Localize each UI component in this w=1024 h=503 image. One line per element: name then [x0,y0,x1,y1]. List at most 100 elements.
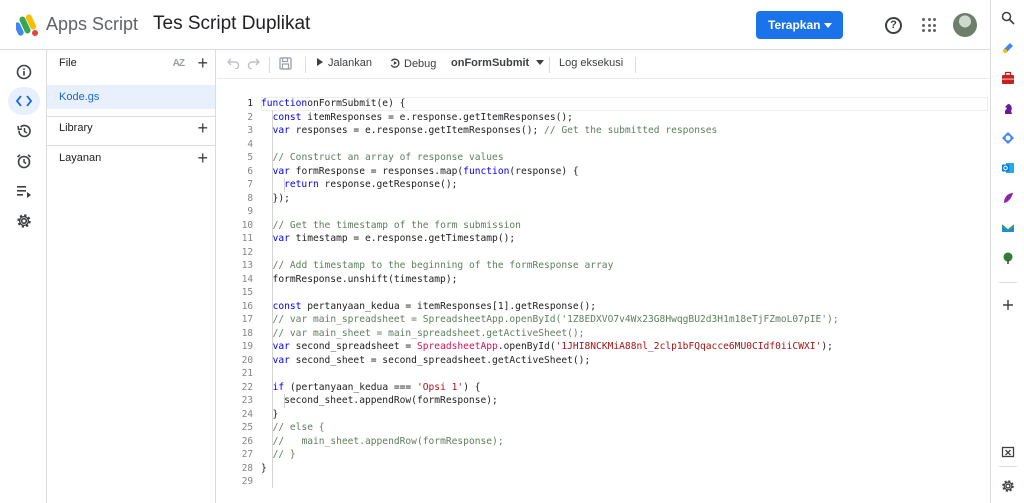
toolbar-separator [269,57,270,73]
code-token: // Add timestamp to the beginning of the… [272,260,614,271]
code-line[interactable]: } [261,408,981,422]
code-line[interactable]: const pertanyaan_kedua = itemResponses[1… [261,300,981,314]
executions-icon[interactable] [8,177,40,205]
undo-icon[interactable] [227,56,240,72]
apps-script-logo-icon[interactable] [14,12,40,38]
code-editor[interactable]: 1 2 3 4 5 6 7 8 9 10 11 12 13 14 15 16 17 18 19 20 21 22 23 24 2… [217,80,990,503]
code-line[interactable]: }); [261,192,981,206]
code-line[interactable]: var second_sheet = second_spreadsheet.ge… [261,354,981,368]
code-line[interactable]: // main_sheet.appendRow(formResponse); [261,435,981,449]
line-number: 28 [241,462,253,474]
services-section[interactable]: Layanan + [47,145,216,173]
sync-icon[interactable] [1000,130,1016,146]
settings-icon[interactable] [1000,478,1016,494]
code-line[interactable] [261,205,981,219]
code-token: var [272,165,290,177]
line-number: 16 [241,300,253,312]
code-line[interactable]: return response.getResponse(); [261,178,981,192]
code-token: // Construct an array of response values [272,152,504,163]
help-icon[interactable]: ? [885,17,902,34]
add-library-icon[interactable]: + [197,119,208,137]
code-token: (response) { [509,165,579,177]
code-line[interactable]: // var main_sheet = main_spreadsheet.get… [261,327,981,341]
code-line[interactable]: var second_spreadsheet = SpreadsheetApp.… [261,340,981,354]
line-number: 14 [241,273,253,285]
debug-icon [389,57,401,72]
code-token: 'Opsi 1' [416,381,464,393]
add-service-icon[interactable]: + [197,149,208,167]
app-name[interactable]: Apps Script [46,14,138,35]
gear-icon[interactable] [8,207,40,235]
add-icon[interactable] [1000,297,1016,313]
history-icon[interactable] [8,117,40,145]
code-line[interactable]: } [261,462,981,476]
code-line[interactable]: // Add timestamp to the beginning of the… [261,259,981,273]
code-token: } [261,462,267,474]
function-select[interactable]: onFormSubmit [451,57,545,69]
deploy-button[interactable]: Terapkan [756,11,843,39]
add-file-icon[interactable]: + [197,54,208,72]
file-item-kode[interactable]: Kode.gs [47,85,215,109]
run-label: Jalankan [328,57,373,69]
code-line[interactable]: var formResponse = responses.map(functio… [261,165,981,179]
code-line[interactable]: // Get the timestamp of the form submiss… [261,219,981,233]
code-line[interactable]: // var main_spreadsheet = SpreadsheetApp… [261,313,981,327]
code-line[interactable]: var responses = e.response.getItemRespon… [261,124,981,138]
code-line[interactable]: functiononFormSubmit(e) { [261,97,981,111]
toolbar-separator [305,57,306,73]
file-name: Kode.gs [59,91,100,103]
screenshot-icon[interactable] [1000,444,1016,460]
code-line[interactable]: // Construct an array of response values [261,151,981,165]
line-number: 11 [241,233,253,244]
toolbox-icon[interactable] [1000,70,1016,86]
code-token: second_sheet.appendRow(formResponse); [261,395,498,406]
code-token: const [272,111,302,123]
library-section[interactable]: Library + [47,115,216,143]
editor-toolbar: Jalankan Debug onFormSubmit Log eksekusi [217,50,990,79]
code-token: // var main_sheet = main_spreadsheet.get… [272,327,585,339]
search-icon[interactable] [1000,10,1016,26]
save-icon[interactable] [279,57,292,73]
code-line[interactable] [261,286,981,300]
code-line[interactable]: const itemResponses = e.response.getItem… [261,111,981,125]
code-token: return [284,179,319,190]
code-line[interactable]: // } [261,448,981,462]
sketch-icon[interactable] [1000,190,1016,206]
redo-icon[interactable] [247,56,260,72]
code-token: pertanyaan_kedua = itemResponses[1].getR… [301,300,597,312]
code-line[interactable]: // else { [261,421,981,435]
outlook-icon[interactable] [1000,160,1016,176]
files-header: File [59,57,77,69]
alarm-icon[interactable] [8,147,40,175]
google-apps-icon[interactable] [922,18,936,32]
code-line[interactable]: if (pertanyaan_kedua === 'Opsi 1') { [261,381,981,395]
code-lines[interactable]: functiononFormSubmit(e) { const itemResp… [261,97,981,489]
project-title[interactable]: Tes Script Duplikat [153,13,310,35]
code-line[interactable]: second_sheet.appendRow(formResponse); [261,394,981,408]
code-icon[interactable] [8,87,40,115]
code-line[interactable] [261,475,981,489]
code-token: const [272,300,302,312]
sort-az-icon[interactable]: AZ [173,58,185,69]
code-line[interactable] [261,367,981,381]
execution-log-button[interactable]: Log eksekusi [559,57,623,69]
code-line[interactable]: var timestamp = e.response.getTimestamp(… [261,232,981,246]
avatar[interactable] [953,13,977,37]
code-line[interactable]: formResponse.unshift(timestamp); [261,273,981,287]
debug-button[interactable]: Debug [389,57,436,72]
code-line[interactable] [261,138,981,152]
chess-icon[interactable] [1000,100,1016,116]
tree-icon[interactable] [1000,250,1016,266]
mail-icon[interactable] [1000,220,1016,236]
code-line[interactable] [261,246,981,260]
run-button[interactable]: Jalankan [317,57,372,69]
keep-icon[interactable] [1000,40,1016,56]
info-icon[interactable] [8,58,40,86]
app-header: Apps Script Tes Script Duplikat Terapkan… [0,0,990,50]
